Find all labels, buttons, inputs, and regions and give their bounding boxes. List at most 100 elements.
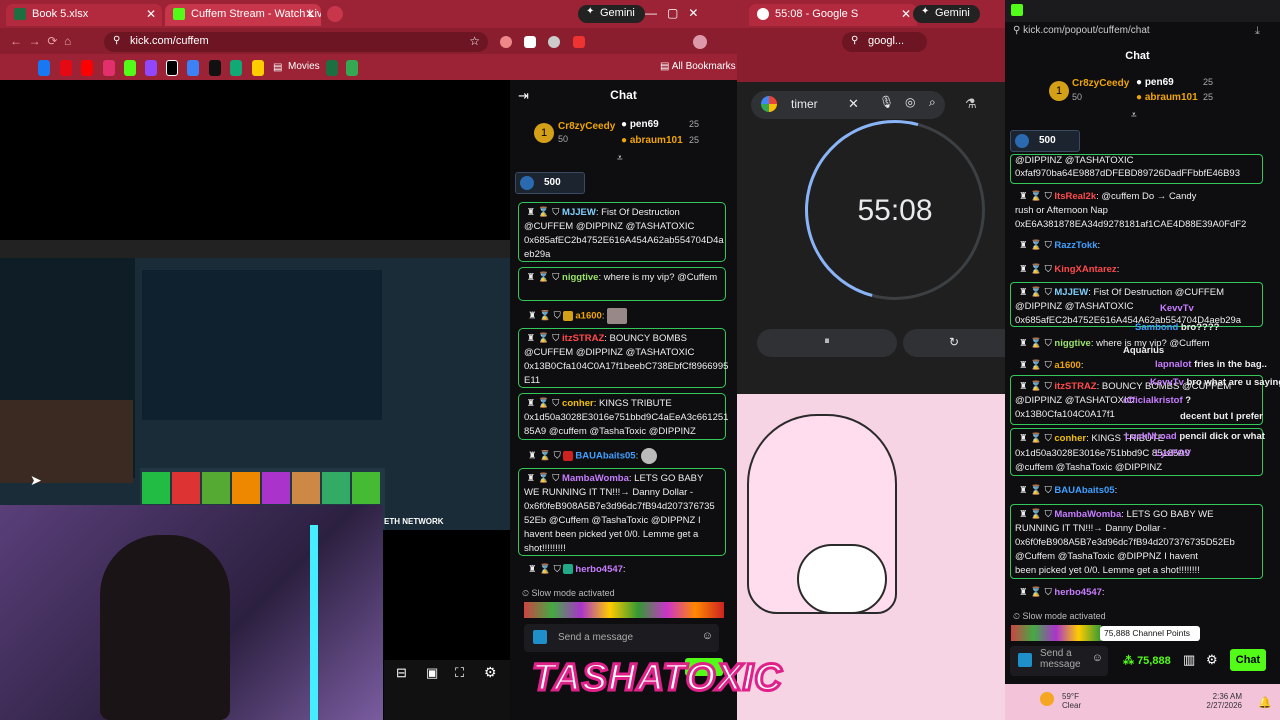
pause-button[interactable]: ⏸ [757,329,897,357]
tab-timer[interactable]: 55:08 - Google S ✕ [749,4,917,26]
username[interactable]: a1600 [1054,360,1080,371]
leader-row[interactable]: ● pen69 [621,119,659,130]
leader-row[interactable]: ● abraum101 [1136,92,1198,103]
username[interactable]: RazzTokk [1054,240,1097,251]
chat-message[interactable]: ♜ ⌛ ⛉ MambaWomba: LETS GO BABY WE RUNNIN… [518,468,726,556]
bookmark-icon[interactable] [230,60,242,76]
bookmark-icon[interactable] [346,60,358,76]
points-pill[interactable]: 500 [1010,130,1080,152]
gemini-button[interactable]: Gemini [578,5,645,23]
expand-icon[interactable]: ⩡ [1131,110,1137,121]
points-pill[interactable]: 500 [515,172,585,194]
video-player[interactable]: ETH NETWORK ⊟ ▣ ⛶ ⚙ ➤ [0,80,510,720]
username[interactable]: MambaWomba [1054,509,1121,520]
extension-icon[interactable] [573,36,585,48]
miniplayer-icon[interactable]: ▣ [426,665,438,681]
chat-line[interactable]: ♜ ⌛ ⛉ ItsReal2k: @cuffem Do → Candy [1019,191,1196,202]
username[interactable]: itzSTRAZ [562,333,604,344]
username[interactable]: ItsReal2k [1054,191,1096,202]
tab-book5[interactable]: Book 5.xlsx ✕ [6,4,162,26]
reset-button[interactable]: ↻ [903,329,1005,357]
settings-icon[interactable]: ⚙ [484,664,497,681]
avatar[interactable] [693,35,707,49]
chat-message[interactable]: ♜ ⌛ ⛉ niggtive: where is my vip? @Cuffem [518,267,726,301]
bookmark-icon[interactable] [326,60,338,76]
close-icon[interactable]: ✕ [305,7,315,21]
chat-message[interactable]: ♜ ⌛ ⛉ conher: KINGS TRIBUTE 0x1d50a3028E… [518,393,728,440]
leader-name[interactable]: Cr8zyCeedy [558,121,615,132]
leader-name[interactable]: Cr8zyCeedy [1072,78,1129,89]
username[interactable]: MJJEW [1054,287,1088,298]
tab-cuffem[interactable]: Cuffem Stream - Watch Live on✕ [165,4,321,26]
clock[interactable]: 2:36 AM 2/27/2026 [1206,692,1242,710]
close-icon[interactable]: ✕ [146,7,156,21]
weather[interactable]: 59°F Clear [1062,692,1081,710]
extension-icon[interactable] [524,36,536,48]
chat-line[interactable]: ♜ ⌛ ⛉ BAUAbaits05: [1019,485,1117,496]
smiley-icon[interactable]: ☺ [1092,653,1103,664]
username[interactable]: niggtive [562,272,598,283]
download-icon[interactable]: ⤓ [1255,25,1260,38]
emote-picker-icon[interactable] [533,630,547,644]
theater-icon[interactable]: ⊟ [396,665,407,681]
expand-icon[interactable]: ⩡ [617,153,623,164]
chat-line[interactable]: ♜ ⌛ ⛉ KingXAntarez: [1019,264,1119,275]
chat-line[interactable]: ♜ ⌛ ⛉ a1600: [1019,360,1083,371]
username[interactable]: conher [562,398,594,409]
bookmark-icon[interactable] [187,60,199,76]
lens-icon[interactable]: ◎ [905,95,915,109]
message-input[interactable]: Send a message ☺ [524,624,719,652]
emote-bar[interactable] [524,602,724,618]
site-info-icon[interactable]: ⚲ [113,35,120,46]
username[interactable]: herbo4547 [1054,587,1102,598]
gemini-button[interactable]: Gemini [913,5,980,23]
chat-message[interactable]: ♜ ⌛ ⛉ BAUAbaits05: [528,448,659,464]
chat-message[interactable]: ♜ ⌛ ⛉ herbo4547: [528,564,626,575]
username[interactable]: MJJEW [562,207,596,218]
bookmark-movies[interactable]: Movies [288,61,320,72]
leader-row[interactable]: ● pen69 [1136,77,1174,88]
chat-line[interactable]: ♜ ⌛ ⛉ MJJEW: Fist Of Destruction @CUFFEM [1019,287,1224,298]
send-chat-button[interactable]: Chat [1230,649,1266,671]
twitch-icon[interactable] [145,60,157,76]
window-controls[interactable]: — ▢ ✕ [645,6,698,20]
username[interactable]: niggtive [1054,338,1090,349]
channel-points[interactable]: ⁂ 75,888 [1123,654,1171,667]
site-info-icon[interactable]: ⚲ [851,35,858,46]
username[interactable]: KingXAntarez [1054,264,1116,275]
username[interactable]: herbo4547 [575,564,623,575]
kick-icon[interactable] [124,60,136,76]
chat-line[interactable]: ♜ ⌛ ⛉ herbo4547: [1019,587,1105,598]
x-icon[interactable] [166,60,178,76]
url-field[interactable]: ⚲ googl... [842,32,927,52]
chat-message[interactable]: ♜ ⌛ ⛉ a1600: [528,308,629,324]
username[interactable]: conher [1054,433,1086,444]
username[interactable]: a1600 [575,311,601,322]
store-icon[interactable]: ▥ [1183,652,1195,668]
leader-row[interactable]: ● abraum101 [621,135,683,146]
facebook-icon[interactable] [38,60,50,76]
youtube-icon[interactable] [81,60,93,76]
smiley-icon[interactable]: ☺ [702,630,713,642]
netflix-icon[interactable] [60,60,72,76]
url-field[interactable]: ⚲ kick.com/popout/cuffem/chat [1013,25,1150,36]
extension-icon[interactable] [548,36,560,48]
instagram-icon[interactable] [103,60,115,76]
emote-bar[interactable] [1011,625,1101,641]
username[interactable]: itzSTRAZ [1054,381,1096,392]
settings-icon[interactable]: ⚙ [1206,652,1218,668]
message-input[interactable]: Send a message ☺ [1010,646,1108,676]
fullscreen-icon[interactable]: ⛶ [455,665,464,681]
new-tab-icon[interactable] [327,6,343,22]
chat-line[interactable]: ♜ ⌛ ⛉ niggtive: where is my vip? @Cuffem [1019,338,1210,349]
nav-icons[interactable]: ← → ⟳ ⌂ [10,34,71,48]
mic-icon[interactable]: 🎙 [879,95,894,109]
emote-picker-icon[interactable] [1018,653,1032,667]
chat-message[interactable]: ♜ ⌛ ⛉ MJJEW: Fist Of Destruction @CUFFEM… [518,202,726,262]
labs-icon[interactable]: ⚗ [965,96,977,112]
search-icon[interactable]: ⌕ [929,95,936,110]
close-icon[interactable]: ✕ [901,7,911,21]
chat-line[interactable]: ♜ ⌛ ⛉ RazzTokk: [1019,240,1100,251]
username[interactable]: BAUAbaits05 [575,451,635,462]
extension-icon[interactable] [500,36,512,48]
